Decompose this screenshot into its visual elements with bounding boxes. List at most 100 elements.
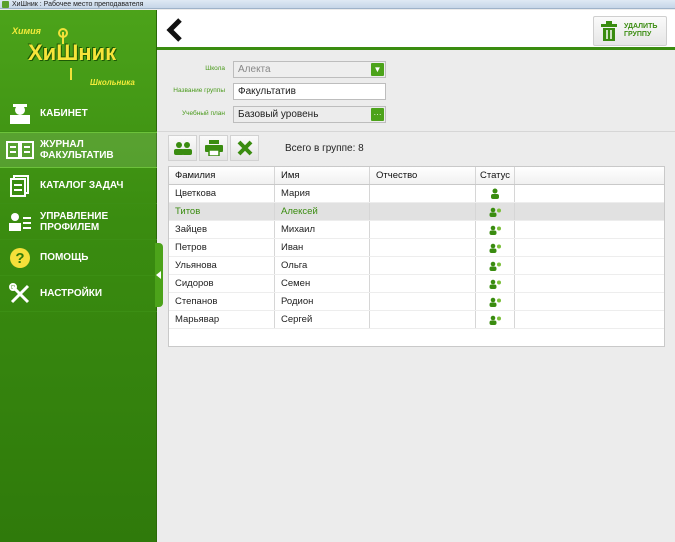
chevron-left-icon	[156, 271, 161, 279]
trash-icon	[601, 21, 617, 41]
student-status-icon	[489, 315, 501, 325]
chevron-down-icon[interactable]: ▼	[371, 63, 384, 76]
journal-icon	[0, 140, 40, 160]
cell-empty	[515, 221, 664, 238]
window-titlebar: ХиШник : Рабочее место преподавателя	[0, 0, 675, 9]
back-button[interactable]	[165, 18, 185, 42]
cell-firstname: Михаил	[275, 221, 370, 238]
logo-top-text: Химия	[12, 26, 41, 36]
print-button[interactable]	[199, 135, 228, 161]
column-header-empty	[515, 167, 664, 184]
sidebar-item-label: ПОМОЩЬ	[40, 252, 89, 263]
window-title: ХиШник : Рабочее место преподавателя	[12, 1, 144, 8]
profile-icon	[0, 212, 40, 232]
add-student-button[interactable]	[168, 135, 197, 161]
status-cell	[476, 311, 515, 328]
cell-middlename	[370, 221, 476, 238]
logo-bond	[70, 68, 72, 80]
sidebar-item-journal[interactable]: ЖУРНАЛ ФАКУЛЬТАТИВ	[0, 132, 157, 168]
table-row[interactable]: Цветкова Мария	[169, 185, 664, 203]
sidebar-item-settings[interactable]: НАСТРОЙКИ	[0, 276, 157, 312]
school-row: Школа Алекта ▼	[157, 61, 397, 79]
table-header: Фамилия Имя Отчество Статус	[169, 167, 664, 185]
cell-firstname: Иван	[275, 239, 370, 256]
cell-empty	[515, 239, 664, 256]
column-header-status[interactable]: Статус	[476, 167, 515, 184]
sidebar-item-cabinet[interactable]: КАБИНЕТ	[0, 96, 157, 132]
printer-icon	[204, 140, 223, 156]
cell-lastname: Цветкова	[169, 185, 275, 202]
app-icon	[2, 1, 9, 8]
cell-lastname: Степанов	[169, 293, 275, 310]
status-cell	[476, 293, 515, 310]
school-label: Школа	[205, 65, 225, 72]
cell-lastname: Ульянова	[169, 257, 275, 274]
close-icon	[237, 140, 252, 156]
cell-empty	[515, 203, 664, 220]
sidebar-item-label: КАБИНЕТ	[40, 108, 88, 119]
logo-main-text: ХиШник	[28, 40, 117, 65]
teacher-icon	[0, 103, 40, 125]
plan-row: Учебный план Базовый уровень ···	[157, 106, 397, 124]
cell-middlename	[370, 257, 476, 274]
group-name-row: Название группы Факультатив	[157, 83, 397, 101]
cell-empty	[515, 185, 664, 202]
users-icon	[173, 142, 192, 155]
plan-select[interactable]: Базовый уровень ···	[233, 106, 386, 123]
cell-firstname: Сергей	[275, 311, 370, 328]
sidebar-collapse-handle[interactable]	[155, 243, 163, 307]
column-header-firstname[interactable]: Имя	[275, 167, 370, 184]
cell-firstname: Алексей	[275, 203, 370, 220]
status-cell	[476, 239, 515, 256]
cell-middlename	[370, 185, 476, 202]
cell-middlename	[370, 311, 476, 328]
table-row[interactable]: Марьявар Сергей	[169, 311, 664, 329]
status-cell	[476, 221, 515, 238]
delete-group-label: УДАЛИТЬ ГРУППУ	[624, 23, 658, 38]
catalog-icon	[0, 174, 40, 197]
remove-student-button[interactable]	[230, 135, 259, 161]
sidebar-item-help[interactable]: ? ПОМОЩЬ	[0, 240, 157, 276]
cell-middlename	[370, 275, 476, 292]
back-arrow-icon	[166, 18, 182, 42]
status-cell	[476, 203, 515, 220]
table-row[interactable]: Петров Иван	[169, 239, 664, 257]
status-cell	[476, 185, 515, 202]
plan-value: Базовый уровень	[238, 109, 319, 120]
column-header-middlename[interactable]: Отчество	[370, 167, 476, 184]
cell-lastname: Сидоров	[169, 275, 275, 292]
sidebar-item-catalog[interactable]: КАТАЛОГ ЗАДАЧ	[0, 168, 157, 204]
group-name-value: Факультатив	[238, 86, 296, 97]
table-row[interactable]: Ульянова Ольга	[169, 257, 664, 275]
school-value: Алекта	[238, 64, 271, 75]
toolbar	[168, 135, 259, 161]
student-status-icon	[489, 207, 501, 217]
help-icon: ?	[0, 247, 40, 269]
school-select[interactable]: Алекта ▼	[233, 61, 386, 78]
logo-atom	[58, 28, 68, 38]
table-row[interactable]: Сидоров Семен	[169, 275, 664, 293]
group-name-input[interactable]: Факультатив	[233, 83, 386, 100]
table-row[interactable]: Зайцев Михаил	[169, 221, 664, 239]
student-status-icon	[489, 279, 501, 289]
delete-group-button[interactable]: УДАЛИТЬ ГРУППУ	[593, 16, 667, 46]
table-row[interactable]: Степанов Родион	[169, 293, 664, 311]
more-icon[interactable]: ···	[371, 108, 384, 121]
divider	[157, 131, 675, 132]
logo-bottom-text: Школьника	[90, 78, 135, 87]
status-cell	[476, 275, 515, 292]
cell-middlename	[370, 239, 476, 256]
cell-lastname: Марьявар	[169, 311, 275, 328]
cell-middlename	[370, 203, 476, 220]
table-row[interactable]: Титов Алексей	[169, 203, 664, 221]
plan-label: Учебный план	[182, 110, 225, 117]
svg-text:?: ?	[15, 250, 24, 267]
sidebar-item-profile[interactable]: УПРАВЛЕНИЕ ПРОФИЛЕМ	[0, 204, 157, 240]
table-body: Цветкова Мария Титов Алексей Зайцев Михаил Пет…	[169, 185, 664, 329]
column-header-lastname[interactable]: Фамилия	[169, 167, 275, 184]
sidebar: Химия ХиШник Школьника КАБИНЕТ ЖУРНАЛ ФА…	[0, 10, 157, 542]
logo: Химия ХиШник Школьника	[0, 10, 157, 92]
group-count: Всего в группе: 8	[285, 143, 364, 154]
cell-firstname: Семен	[275, 275, 370, 292]
cell-empty	[515, 257, 664, 274]
